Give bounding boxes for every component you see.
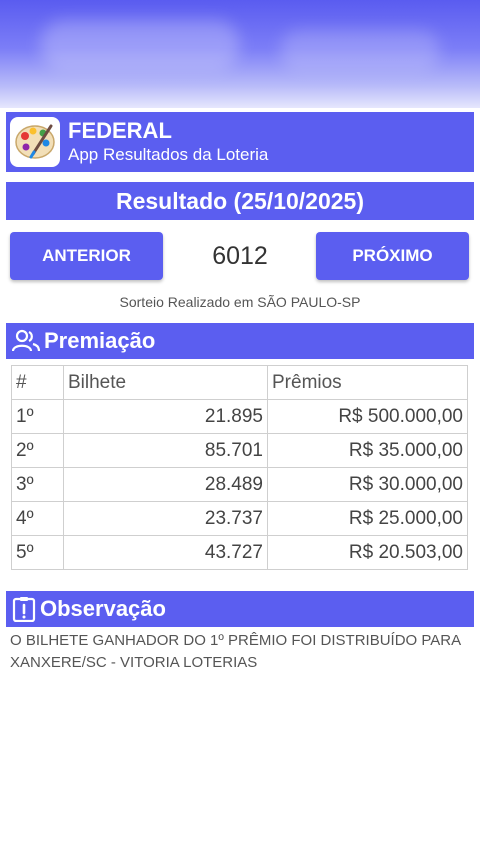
result-title: Resultado (25/10/2025)	[6, 182, 474, 220]
prize-amount: R$ 500.000,00	[267, 399, 468, 434]
ticket-number: 85.701	[63, 433, 268, 468]
app-title: FEDERAL	[68, 118, 172, 143]
prizes-section-header: Premiação	[6, 323, 474, 359]
prize-position: 2º	[11, 433, 64, 468]
column-header: #	[11, 365, 64, 400]
prize-table: # Bilhete Prêmios 1º 21.895 R$ 500.000,0…	[11, 365, 468, 570]
previous-button[interactable]: ANTERIOR	[10, 232, 163, 280]
prize-position: 4º	[11, 501, 64, 536]
observation-section-header: Observação	[6, 591, 474, 627]
prize-amount: R$ 30.000,00	[267, 467, 468, 502]
ticket-number: 28.489	[63, 467, 268, 502]
ticket-number: 23.737	[63, 501, 268, 536]
prize-position: 1º	[11, 399, 64, 434]
prize-amount: R$ 20.503,00	[267, 535, 468, 570]
people-icon	[12, 329, 40, 352]
table-row: 1º 21.895 R$ 500.000,00	[11, 399, 468, 434]
draw-location: Sorteio Realizado em SÃO PAULO-SP	[119, 294, 361, 310]
app-subtitle: App Resultados da Loteria	[68, 145, 269, 164]
column-header: Bilhete	[63, 365, 268, 400]
contest-number: 6012	[212, 241, 268, 270]
table-row: 2º 85.701 R$ 35.000,00	[11, 433, 468, 468]
prize-position: 3º	[11, 467, 64, 502]
observation-text: O BILHETE GANHADOR DO 1º PRÊMIO FOI DIST…	[10, 632, 461, 671]
app-header: FEDERAL App Resultados da Loteria	[6, 112, 474, 172]
status-bar	[0, 0, 480, 108]
clipboard-alert-icon	[12, 597, 36, 622]
ticket-number: 43.727	[63, 535, 268, 570]
prize-amount: R$ 25.000,00	[267, 501, 468, 536]
ticket-number: 21.895	[63, 399, 268, 434]
table-row: 4º 23.737 R$ 25.000,00	[11, 501, 468, 536]
next-button[interactable]: PRÓXIMO	[316, 232, 469, 280]
status-bar-blur	[280, 30, 440, 70]
table-row: 3º 28.489 R$ 30.000,00	[11, 467, 468, 502]
lottery-palette-icon	[10, 117, 60, 167]
observation-section-title: Observação	[40, 596, 166, 621]
prize-amount: R$ 35.000,00	[267, 433, 468, 468]
status-bar-blur	[40, 20, 240, 70]
prize-position: 5º	[11, 535, 64, 570]
column-header: Prêmios	[267, 365, 468, 400]
table-header-row: # Bilhete Prêmios	[11, 365, 468, 400]
table-row: 5º 43.727 R$ 20.503,00	[11, 535, 468, 570]
prizes-section-title: Premiação	[44, 328, 156, 353]
